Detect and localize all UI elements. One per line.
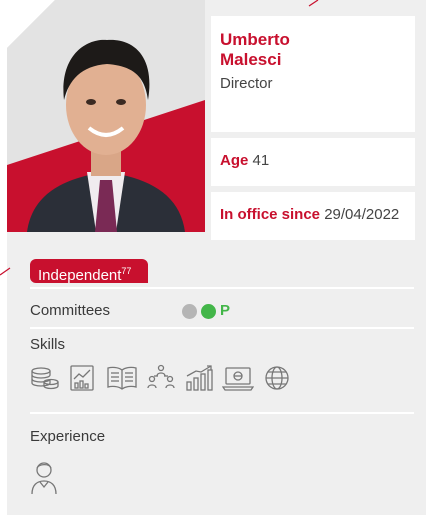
laptop-digital-icon [222, 367, 254, 391]
first-name: Umberto [220, 30, 290, 49]
team-network-icon [147, 364, 175, 389]
last-name: Malesci [220, 50, 282, 69]
experience-label: Experience [30, 428, 106, 445]
divider [30, 412, 414, 414]
name-box: Umberto Malesci Director [211, 16, 415, 132]
badge-footnote: 77 [121, 266, 132, 276]
office-box: In office since 29/04/2022 [211, 192, 415, 240]
person-icon [31, 462, 57, 495]
office-value: 29/04/2022 [324, 206, 400, 223]
age-value: 41 [252, 152, 270, 169]
growth-bars-icon [186, 365, 213, 391]
coins-finance-icon [31, 367, 59, 390]
age-label: Age [220, 152, 249, 169]
age-field: Age 41 [220, 152, 269, 169]
badge-label: Independent [38, 267, 122, 284]
skills-icons [30, 364, 292, 392]
open-book-icon [107, 366, 137, 390]
age-box: Age 41 [211, 138, 415, 186]
skills-label: Skills [30, 336, 66, 353]
globe-icon [265, 366, 289, 390]
director-photo [7, 0, 205, 232]
director-name: Umberto Malesci [220, 30, 290, 70]
director-role: Director [220, 75, 273, 92]
divider [30, 287, 414, 289]
committee-active-dot [201, 304, 216, 319]
office-label: In office since [220, 206, 321, 223]
report-chart-icon [70, 365, 94, 391]
divider [30, 327, 414, 329]
office-field: In office since 29/04/2022 [220, 206, 399, 223]
committee-inactive-dot [182, 304, 197, 319]
committees-label: Committees [30, 302, 111, 319]
director-card: Umberto Malesci Director Age 41 In offic… [0, 0, 426, 515]
independent-badge: Independent77 [30, 259, 148, 284]
committee-chair-tag: P [220, 302, 231, 319]
